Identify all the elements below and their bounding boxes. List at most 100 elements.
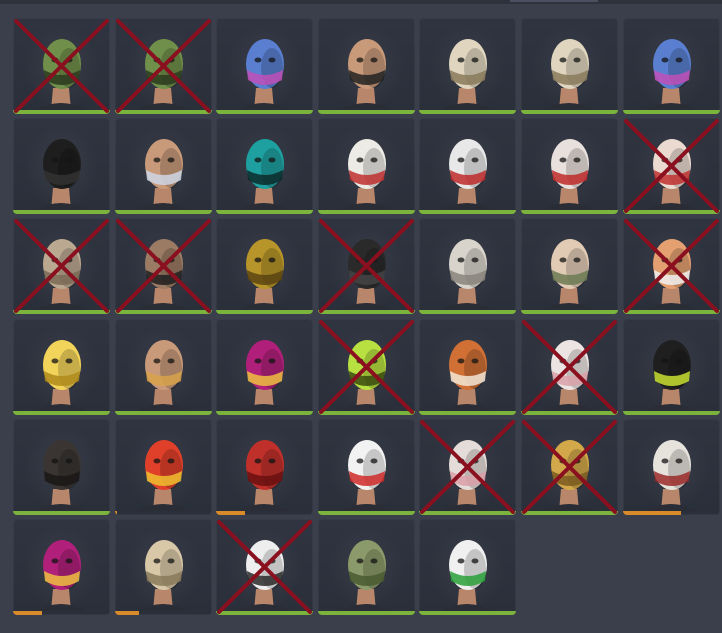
mask-tile[interactable]: [216, 518, 314, 615]
mask-tile[interactable]: [216, 318, 314, 415]
ram-skull-mask-icon: [542, 39, 595, 110]
mask-tile[interactable]: [622, 18, 720, 114]
mask-tile[interactable]: [520, 418, 618, 515]
mask-tile[interactable]: [13, 218, 110, 315]
ram-skull-mask-icon: [441, 39, 494, 110]
potato-sack-mask-icon: [35, 239, 87, 311]
turtle-head-mask-icon: [339, 539, 392, 611]
mask-tile[interactable]: [13, 18, 110, 114]
top-bar: [0, 0, 722, 4]
mask-tile[interactable]: [317, 518, 415, 615]
tie-dye-balaclava-icon: [644, 39, 697, 110]
mask-tile[interactable]: [622, 118, 720, 215]
goggles-balaclava-icon: [644, 339, 697, 411]
progress-bar: [216, 310, 314, 315]
mad-hatter-skull-icon: [441, 539, 494, 611]
progress-bar: [317, 210, 415, 215]
mask-tile[interactable]: [216, 18, 314, 114]
magenta-balaclava-icon: [238, 339, 291, 411]
progress-bar: [317, 110, 415, 114]
mask-tile[interactable]: [317, 418, 415, 515]
progress-bar: [13, 210, 110, 215]
black-balaclava-icon: [35, 139, 87, 211]
mask-tile[interactable]: [13, 318, 110, 415]
mask-tile[interactable]: [114, 18, 212, 114]
progress-bar: [114, 110, 212, 114]
progress-bar: [216, 410, 314, 415]
oni-demon-mask-icon: [238, 239, 291, 311]
mask-tile[interactable]: [419, 318, 517, 415]
bunny-head-mask-icon: [136, 539, 189, 611]
top-bar-tab-indicator: [510, 0, 598, 2]
progress-bar: [216, 510, 246, 515]
progress-bar: [317, 510, 415, 515]
mask-tile[interactable]: [216, 218, 314, 315]
progress-bar: [622, 310, 720, 315]
progress-bar: [520, 310, 618, 315]
progress-bar: [216, 210, 314, 215]
progress-bar: [622, 510, 681, 515]
mask-tile[interactable]: [216, 118, 314, 215]
progress-bar: [520, 510, 618, 515]
green-horned-mask-icon: [136, 39, 189, 110]
progress-bar: [317, 310, 415, 315]
laughing-emoji-mask-icon: [35, 339, 87, 411]
progress-bar: [114, 510, 117, 515]
mask-tile[interactable]: [520, 218, 618, 315]
cracked-porcelain-mask-icon: [644, 439, 697, 511]
sunburst-balaclava-icon: [136, 439, 189, 511]
mask-tile[interactable]: [13, 518, 110, 615]
orange-head-mask-icon: [644, 239, 697, 311]
mask-tile[interactable]: [419, 418, 517, 515]
mask-tile[interactable]: [13, 118, 110, 215]
fox-head-mask-icon: [441, 339, 494, 411]
progress-bar: [13, 310, 110, 315]
mask-tile[interactable]: [114, 418, 212, 515]
mask-tile[interactable]: [317, 118, 415, 215]
mask-tile[interactable]: [419, 518, 517, 615]
gas-mask-icon: [136, 339, 189, 411]
mask-tile[interactable]: [520, 318, 618, 415]
mask-tile[interactable]: [419, 118, 517, 215]
mask-tile[interactable]: [114, 318, 212, 415]
progress-bar: [419, 510, 517, 515]
progress-bar: [622, 410, 720, 415]
mask-tile[interactable]: [520, 18, 618, 114]
mask-tile[interactable]: [419, 218, 517, 315]
mask-tile[interactable]: [114, 218, 212, 315]
progress-bar: [216, 110, 314, 114]
mask-tile[interactable]: [114, 518, 212, 615]
mask-tile[interactable]: [13, 418, 110, 515]
progress-bar: [216, 610, 314, 615]
black-bandana-icon: [339, 39, 392, 110]
mask-tile[interactable]: [216, 418, 314, 515]
white-rat-mask-icon: [542, 339, 595, 411]
blue-bandana-icon: [136, 139, 189, 211]
magenta-balaclava-icon: [35, 539, 87, 611]
progress-bar: [13, 610, 43, 615]
cat-mask-icon: [238, 539, 291, 611]
mask-tile[interactable]: [622, 418, 720, 515]
progress-bar: [419, 110, 517, 114]
progress-bar: [419, 310, 517, 315]
rabbit-mask-icon: [644, 139, 697, 211]
mask-tile[interactable]: [622, 218, 720, 315]
progress-bar: [114, 610, 139, 615]
progress-bar: [419, 610, 517, 615]
green-skull-mask-icon: [339, 339, 392, 411]
mask-tile[interactable]: [317, 318, 415, 415]
bear-head-mask-icon: [441, 239, 494, 311]
mask-tile[interactable]: [419, 18, 517, 114]
mask-tile[interactable]: [317, 18, 415, 114]
progress-bar: [114, 310, 212, 315]
mask-tile[interactable]: [622, 318, 720, 415]
mask-tile[interactable]: [520, 118, 618, 215]
respirator-mask-icon: [35, 439, 87, 511]
progress-bar: [114, 210, 212, 215]
mask-tile[interactable]: [317, 218, 415, 315]
progress-bar: [520, 210, 618, 215]
mask-inventory-grid: [13, 18, 720, 615]
mask-tile[interactable]: [114, 118, 212, 215]
progress-bar: [13, 110, 110, 114]
white-rat-mask-icon: [441, 439, 494, 511]
